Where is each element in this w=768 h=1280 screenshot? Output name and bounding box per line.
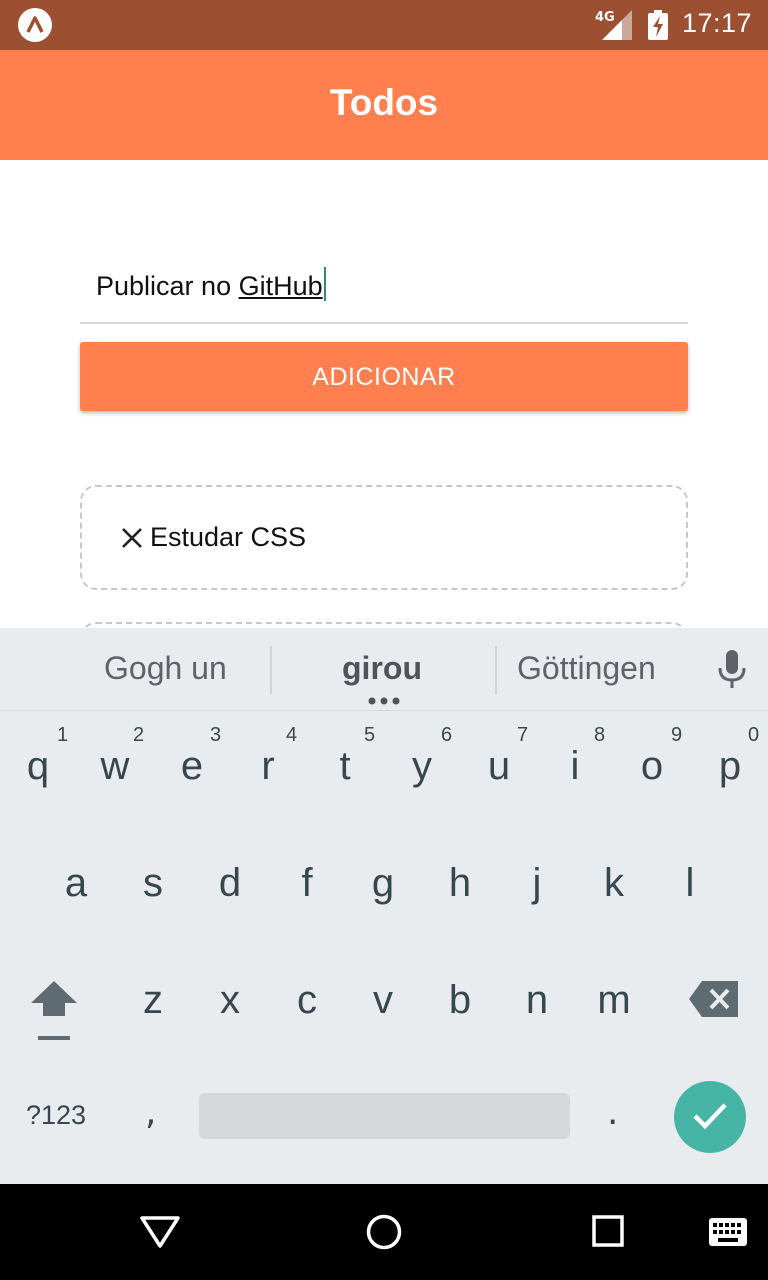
space-bar[interactable] [199,1093,570,1139]
page-title: Todos [329,82,439,123]
more-suggestions-icon[interactable] [367,696,401,706]
backspace-icon[interactable] [688,980,740,1018]
shift-icon[interactable] [29,978,79,1042]
key-o[interactable]: o [622,744,682,789]
key-b[interactable]: b [430,978,490,1023]
keyboard-switch-icon[interactable] [708,1217,748,1247]
navigation-bar [0,1184,768,1280]
suggestion-bar: Gogh un girou Göttingen [0,628,768,711]
key-j[interactable]: j [507,861,567,906]
signal-icon [602,10,632,40]
recents-icon[interactable] [592,1215,624,1247]
suggestion-divider [270,646,272,694]
key-d[interactable]: d [200,861,260,906]
home-icon[interactable] [366,1214,402,1250]
key-s[interactable]: s [123,861,183,906]
app-logo-icon [18,8,52,42]
symbols-key[interactable]: ?123 [26,1100,86,1131]
key-r[interactable]: r [238,744,298,789]
key-n[interactable]: n [507,978,567,1023]
key-z[interactable]: z [123,978,183,1023]
check-icon [693,1103,727,1130]
key-y[interactable]: y [392,744,452,789]
key-a[interactable]: a [46,861,106,906]
key-h[interactable]: h [430,861,490,906]
key-p[interactable]: p [700,744,760,789]
key-c[interactable]: c [277,978,337,1023]
key-g[interactable]: g [353,861,413,906]
key-f[interactable]: f [277,861,337,906]
key-u[interactable]: u [469,744,529,789]
key-m[interactable]: m [584,978,644,1023]
key-q[interactable]: q [8,744,68,789]
text-cursor [323,267,326,301]
status-bar: 4G 17:17 [0,0,768,50]
suggestion-1[interactable]: girou [342,650,422,687]
microphone-icon[interactable] [716,648,748,690]
key-v[interactable]: v [353,978,413,1023]
suggestion-2[interactable]: Göttingen [517,650,656,687]
suggestion-0[interactable]: Gogh un [104,650,227,687]
key-period[interactable]: . [607,1092,618,1133]
key-t[interactable]: t [315,744,375,789]
suggestion-divider [495,646,497,694]
battery-charging-icon [648,10,668,40]
todo-item-label: Estudar CSS [150,522,307,552]
clock: 17:17 [682,8,753,38]
key-comma[interactable]: , [145,1092,156,1133]
key-x[interactable]: x [200,978,260,1023]
task-input-value-plain: Publicar no [96,271,239,301]
add-button[interactable]: ADICIONAR [80,342,688,411]
soft-keyboard: Gogh un girou Göttingen 1 2 3 4 5 6 7 8 … [0,628,768,1184]
task-input-value[interactable]: Publicar no GitHub [96,267,326,302]
key-i[interactable]: i [545,744,605,789]
task-input-value-composing: GitHub [238,271,323,301]
key-w[interactable]: w [85,744,145,789]
task-input[interactable]: Publicar no GitHub [80,250,688,324]
todo-item[interactable]: Estudar CSS [80,485,688,590]
close-icon[interactable] [121,527,143,549]
key-e[interactable]: e [162,744,222,789]
back-icon[interactable] [139,1215,181,1249]
key-l[interactable]: l [660,861,720,906]
key-k[interactable]: k [584,861,644,906]
done-button[interactable] [674,1081,746,1153]
